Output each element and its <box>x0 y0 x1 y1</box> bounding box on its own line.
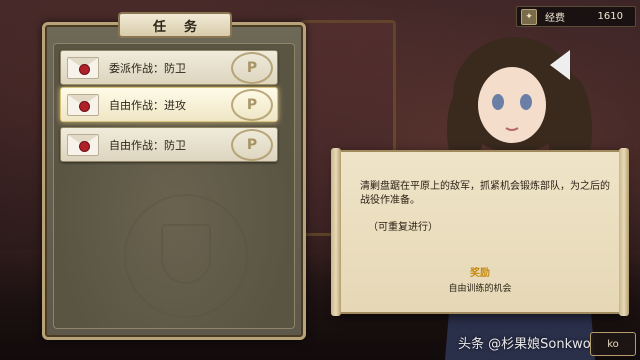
envelope-icon <box>67 56 99 79</box>
quest-item-selected[interactable]: 自由作战：进攻 P <box>60 87 278 122</box>
coin-icon: ✦ <box>521 8 537 25</box>
reward-title: 奖励 <box>470 268 490 279</box>
crest-emblem <box>124 194 248 318</box>
reward-value: 自由训练的机会 <box>448 284 512 294</box>
quest-label: 委派作战：防卫 <box>109 61 186 75</box>
watermark: 头条 @杉果娘Sonkwo <box>458 337 591 352</box>
quest-description: 清剿盘踞在平原上的敌军，抓紧机会锻炼部队，为之后的战役作准备。 <box>360 181 610 206</box>
currency-value: 1610 <box>597 11 623 22</box>
currency-bar: ✦ 经费 1610 <box>516 6 636 27</box>
quest-item[interactable]: 委派作战：防卫 P <box>60 50 278 85</box>
p-stamp-icon: P <box>231 128 273 161</box>
p-stamp-icon: P <box>231 88 273 121</box>
quest-label: 自由作战：进攻 <box>109 98 186 112</box>
back-button[interactable]: ko <box>590 332 636 356</box>
currency-label: 经费 <box>545 13 565 24</box>
quest-detail-scroll: 清剿盘踞在平原上的敌军，抓紧机会锻炼部队，为之后的战役作准备。 （可重复进行） … <box>331 148 629 316</box>
p-stamp-icon: P <box>231 51 273 84</box>
panel-title: 任务 <box>118 12 232 38</box>
quest-board-inner <box>53 43 295 329</box>
repeatable-note: （可重复进行） <box>368 222 438 233</box>
quest-label: 自由作战：防卫 <box>109 138 186 152</box>
quest-item[interactable]: 自由作战：防卫 P <box>60 127 278 162</box>
envelope-icon <box>67 133 99 156</box>
envelope-icon <box>67 93 99 116</box>
